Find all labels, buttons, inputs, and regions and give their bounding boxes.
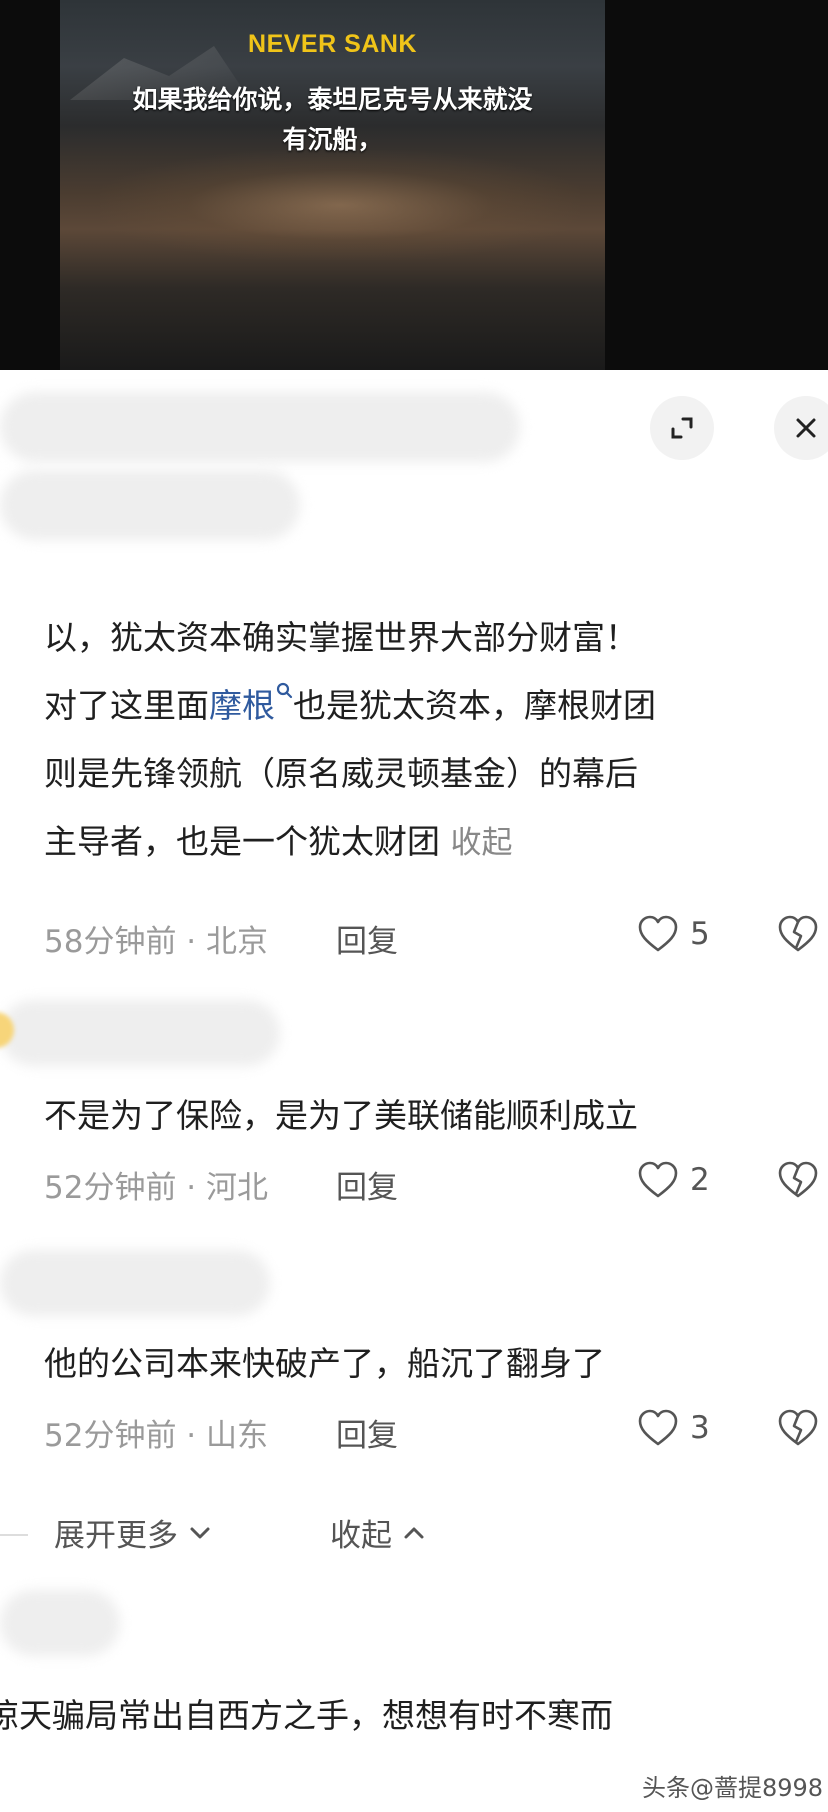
video-frame: NEVER SANK 如果我给你说，泰坦尼克号从来就没 有沉船， <box>60 0 605 370</box>
comment-text-segment: 也是犹太资本，摩根财团 <box>293 686 656 725</box>
expand-more-button[interactable]: 展开更多 <box>54 1510 216 1555</box>
blurred-username <box>0 1250 270 1316</box>
blurred-username <box>0 470 300 540</box>
divider <box>0 1534 28 1536</box>
like-count: 5 <box>690 916 710 952</box>
comment-line: 主导者，也是一个犹太财团 收起 <box>44 808 828 877</box>
comment-2-meta: 52分钟前 · 河北 <box>44 1170 269 1206</box>
comment-text-segment: 对了这里面 <box>44 686 209 725</box>
comment-1-meta: 58分钟前 · 北京 <box>44 924 269 960</box>
replies-toggle-row: 展开更多 收起 <box>0 1510 828 1570</box>
heart-icon <box>638 1409 678 1446</box>
blurred-username <box>0 392 520 462</box>
collapse-replies-label: 收起 <box>330 1518 392 1554</box>
search-link[interactable]: 摩根 <box>209 682 293 725</box>
heart-icon <box>638 1161 678 1198</box>
comment-text-segment: 主导者，也是一个犹太财团 <box>44 822 440 861</box>
video-subtitle-line2: 有沉船， <box>282 125 383 154</box>
search-link-label: 摩根 <box>209 686 275 725</box>
video-subtitle-line1: 如果我给你说，泰坦尼克号从来就没 <box>132 85 533 114</box>
comment-line: 对了这里面摩根 也是犹太资本，摩根财团 <box>44 672 828 740</box>
comment-3-meta: 52分钟前 · 山东 <box>44 1418 269 1454</box>
like-button[interactable]: 2 <box>636 1160 710 1200</box>
like-button[interactable]: 5 <box>636 914 710 954</box>
expand-more-label: 展开更多 <box>54 1518 178 1554</box>
chevron-up-icon <box>404 1527 424 1538</box>
comment-1-text: 以，犹太资本确实掌握世界大部分财富！ 对了这里面摩根 也是犹太资本，摩根财团 则是… <box>44 604 828 877</box>
comment-4-text: 惊天骗局常出自西方之手，想想有时不寒而 <box>0 1696 613 1735</box>
video-subtitle: 如果我给你说，泰坦尼克号从来就没 有沉船， <box>60 80 605 160</box>
video-player[interactable]: NEVER SANK 如果我给你说，泰坦尼克号从来就没 有沉船， <box>0 0 828 370</box>
blurred-username <box>0 1590 120 1656</box>
chevron-down-icon <box>190 1527 210 1538</box>
collapse-text-button[interactable]: 收起 <box>451 825 513 861</box>
close-button[interactable] <box>774 396 828 460</box>
comment-line: 则是先锋领航（原名威灵顿基金）的幕后 <box>44 754 638 793</box>
search-icon <box>276 682 293 699</box>
like-count: 3 <box>690 1410 710 1446</box>
broken-heart-icon[interactable] <box>776 1160 820 1200</box>
watermark: 头条@蔷提8998 <box>642 1774 824 1802</box>
broken-heart-icon[interactable] <box>776 1408 820 1448</box>
broken-heart-icon[interactable] <box>776 914 820 954</box>
heart-icon <box>638 915 678 952</box>
like-button[interactable]: 3 <box>636 1408 710 1448</box>
expand-panel-button[interactable] <box>650 396 714 460</box>
comment-2-text: 不是为了保险，是为了美联储能顺利成立 <box>44 1096 638 1135</box>
like-count: 2 <box>690 1162 710 1198</box>
close-icon <box>796 418 816 438</box>
sea-reflection <box>100 150 580 260</box>
blurred-username <box>0 1000 280 1066</box>
comment-line: 以，犹太资本确实掌握世界大部分财富！ <box>44 618 638 657</box>
expand-icon <box>671 417 693 439</box>
collapse-replies-button[interactable]: 收起 <box>330 1510 430 1555</box>
reply-button[interactable]: 回复 <box>336 916 398 961</box>
comment-3-text: 他的公司本来快破产了，船沉了翻身了 <box>44 1344 605 1383</box>
video-title: NEVER SANK <box>248 30 417 58</box>
reply-button[interactable]: 回复 <box>336 1162 398 1207</box>
reply-button[interactable]: 回复 <box>336 1410 398 1455</box>
